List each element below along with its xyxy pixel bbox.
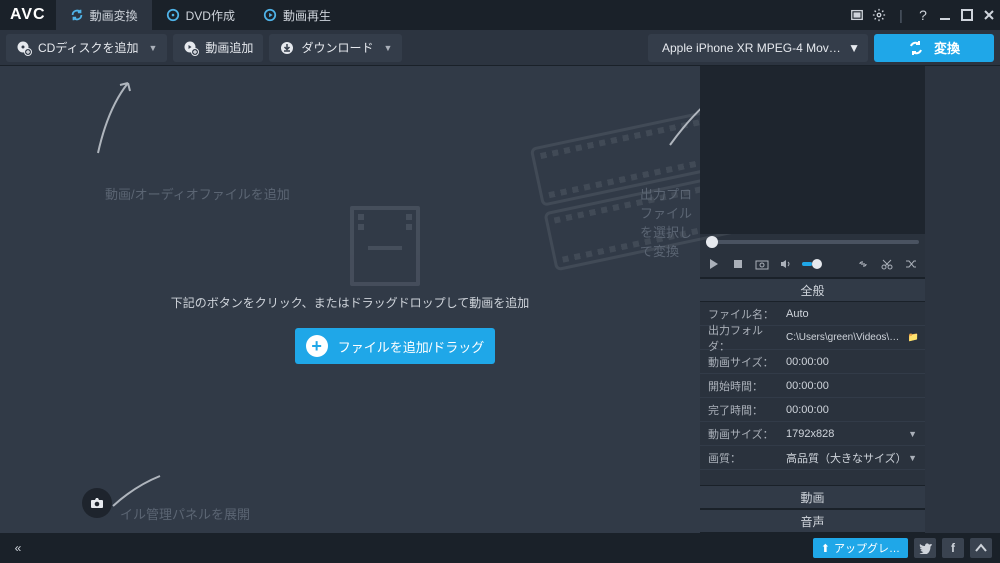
download-button[interactable]: ダウンロード ▼ — [269, 34, 402, 62]
add-disc-button[interactable]: CDディスクを追加 ▼ — [6, 34, 167, 62]
convert-icon — [908, 40, 924, 56]
stop-button[interactable] — [730, 256, 746, 272]
maximize-button[interactable] — [956, 0, 978, 30]
section-header-video[interactable]: 動画 — [700, 485, 925, 509]
title-bar: AVC 動画変換 DVD作成 動画再生 | ? — [0, 0, 1000, 30]
download-label: ダウンロード — [301, 39, 373, 56]
hint-select-profile: 出力プロファイルを選択して変換 — [640, 184, 700, 260]
prop-quality-select[interactable]: 高品質（大きなサイズ）▼ — [780, 450, 925, 466]
hint-expand-panel: イル管理パネルを展開 — [120, 504, 250, 523]
facebook-button[interactable]: f — [942, 538, 964, 558]
camera-icon — [89, 495, 105, 511]
twitter-button[interactable] — [914, 538, 936, 558]
collapse-left-icon[interactable]: « — [8, 538, 28, 558]
chevron-down-icon: ▼ — [848, 41, 860, 55]
prop-row-start: 開始時間： 00:00:00 — [700, 374, 925, 398]
disc-icon — [166, 8, 180, 22]
add-file-button[interactable]: + ファイルを追加/ドラッグ — [295, 328, 495, 364]
download-icon — [279, 40, 295, 56]
video-plus-icon — [183, 40, 199, 56]
output-profile-selector[interactable]: all Apple iPhone XR MPEG-4 Movie (*.m… ▼ — [648, 34, 868, 62]
screen-capture-button[interactable] — [82, 488, 112, 518]
close-button[interactable] — [978, 0, 1000, 30]
refresh-icon — [70, 8, 84, 22]
preview-area — [700, 66, 925, 234]
convert-label: 変換 — [934, 38, 960, 57]
up-arrow-icon: ⬆ — [821, 542, 830, 555]
volume-slider[interactable] — [802, 262, 821, 266]
folder-icon[interactable]: 📁 — [908, 332, 919, 343]
film-placeholder-icon — [350, 206, 420, 286]
more-button[interactable] — [970, 538, 992, 558]
chevron-down-icon: ▼ — [149, 43, 158, 53]
add-disc-label: CDディスクを追加 — [38, 39, 139, 56]
chevron-down-icon: ▼ — [908, 429, 917, 439]
chevron-down-icon: ▼ — [383, 43, 392, 53]
prop-outfolder-value[interactable]: C:\Users\green\Videos\…📁 — [780, 332, 925, 343]
add-video-button[interactable]: 動画追加 — [173, 34, 263, 62]
shuffle-icon[interactable] — [903, 256, 919, 272]
disc-plus-icon — [16, 40, 32, 56]
settings-icon[interactable] — [868, 0, 890, 30]
prop-row-end: 完了時間： 00:00:00 — [700, 398, 925, 422]
divider: | — [890, 0, 912, 30]
tab-label: 動画変換 — [90, 7, 138, 24]
window-screenshot-icon[interactable] — [846, 0, 868, 30]
prop-row-videosize: 動画サイズ： 00:00:00 — [700, 350, 925, 374]
add-video-label: 動画追加 — [205, 39, 253, 56]
help-button[interactable]: ? — [912, 0, 934, 30]
prop-row-quality: 画質： 高品質（大きなサイズ）▼ — [700, 446, 925, 470]
status-bar: « ⬆ アップグレ… f — [0, 533, 1000, 563]
prop-row-resolution: 動画サイズ： 1792x828▼ — [700, 422, 925, 446]
section-header-audio[interactable]: 音声 — [700, 509, 925, 533]
chevron-down-icon: ▼ — [908, 453, 917, 463]
tab-label: DVD作成 — [186, 7, 235, 24]
tab-dvd-create[interactable]: DVD作成 — [152, 0, 249, 30]
hint-add-files: 動画/オーディオファイルを追加 — [105, 184, 290, 203]
seek-bar[interactable] — [700, 234, 925, 250]
plus-icon: + — [306, 335, 328, 357]
tab-label: 動画再生 — [283, 7, 331, 24]
side-panel: 全般 ファイル名： Auto 出力フォルダ： C:\Users\green\Vi… — [700, 66, 925, 533]
link-icon[interactable] — [855, 256, 871, 272]
hint-arrow-icon — [88, 78, 138, 158]
play-button[interactable] — [706, 256, 722, 272]
cut-icon[interactable] — [879, 256, 895, 272]
drop-message: 下記のボタンをクリック、またはドラッグドロップして動画を追加 — [0, 294, 700, 311]
play-circle-icon — [263, 8, 277, 22]
prop-filename-value[interactable]: Auto — [780, 308, 925, 320]
seek-knob[interactable] — [706, 236, 718, 248]
prop-row-outfolder: 出力フォルダ： C:\Users\green\Videos\…📁 — [700, 326, 925, 350]
app-logo: AVC — [0, 6, 56, 24]
player-controls — [700, 250, 925, 278]
properties-general: ファイル名： Auto 出力フォルダ： C:\Users\green\Video… — [700, 302, 925, 470]
add-file-label: ファイルを追加/ドラッグ — [338, 337, 485, 356]
convert-button[interactable]: 変換 — [874, 34, 994, 62]
tab-video-convert[interactable]: 動画変換 — [56, 0, 152, 30]
section-header-general: 全般 — [700, 278, 925, 302]
tab-video-play[interactable]: 動画再生 — [249, 0, 345, 30]
minimize-button[interactable] — [934, 0, 956, 30]
profile-label: Apple iPhone XR MPEG-4 Movie (*.m… — [662, 41, 842, 55]
main-drop-area[interactable]: 動画/オーディオファイルを追加 出力プロファイルを選択して変換 下記のボタンをク… — [0, 66, 700, 533]
upgrade-button[interactable]: ⬆ アップグレ… — [813, 538, 908, 558]
volume-icon[interactable] — [778, 256, 794, 272]
toolbar: CDディスクを追加 ▼ 動画追加 ダウンロード ▼ all Apple iPho… — [0, 30, 1000, 66]
snapshot-button[interactable] — [754, 256, 770, 272]
prop-resolution-select[interactable]: 1792x828▼ — [780, 428, 925, 440]
